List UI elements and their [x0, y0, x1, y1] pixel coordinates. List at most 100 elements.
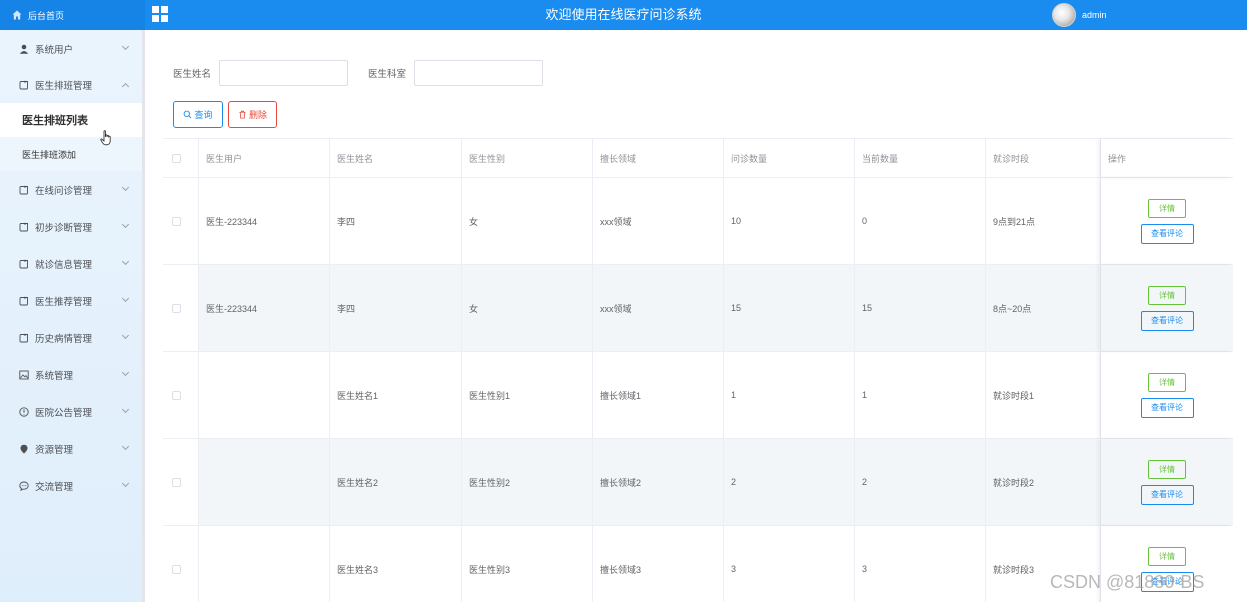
chevron-down-icon — [121, 331, 130, 340]
sidebar-item-system-users[interactable]: 系统用户 — [0, 30, 142, 67]
chevron-down-icon — [121, 479, 130, 488]
search-button[interactable]: 查询 — [173, 101, 223, 128]
cell-current-count: 3 — [855, 526, 986, 602]
document-icon — [19, 185, 28, 194]
search-icon — [184, 110, 192, 119]
sidebar-item-schedule-management[interactable]: 医生排班管理 — [0, 67, 142, 103]
cell-doctor-gender: 女 — [462, 178, 593, 264]
cell-actions: 详情 查看评论 — [1101, 352, 1233, 438]
detail-button[interactable]: 详情 — [1148, 198, 1186, 218]
sidebar-item-label: 资源管理 — [35, 444, 74, 456]
username: admin — [1082, 10, 1107, 20]
document-icon — [19, 296, 28, 305]
view-reviews-button[interactable]: 查看评论 — [1140, 310, 1194, 331]
row-check-cell — [163, 265, 199, 351]
select-all-checkbox[interactable] — [172, 153, 181, 163]
chevron-down-icon — [121, 405, 130, 414]
document-icon — [19, 333, 28, 342]
cell-specialty: xxx领域 — [593, 178, 724, 264]
cell-doctor-name: 医生姓名2 — [330, 439, 462, 525]
cell-specialty: 擅长领域3 — [593, 526, 724, 602]
view-reviews-button[interactable]: 查看评论 — [1140, 397, 1194, 418]
column-header[interactable]: 医生姓名 — [330, 139, 462, 177]
home-link[interactable]: 后台首页 — [0, 0, 145, 30]
row-check-cell — [163, 178, 199, 264]
sidebar-item-resource-management[interactable]: 资源管理 — [0, 430, 142, 467]
sidebar-item-medical-history[interactable]: 历史病情管理 — [0, 319, 142, 356]
menu-toggle-grid-icon[interactable] — [152, 6, 168, 22]
detail-button[interactable]: 详情 — [1148, 546, 1186, 566]
detail-button[interactable]: 详情 — [1148, 285, 1186, 305]
sidebar-item-visit-info[interactable]: 就诊信息管理 — [0, 245, 142, 282]
cell-consult-count: 3 — [724, 526, 855, 602]
row-checkbox[interactable] — [172, 477, 181, 487]
cell-doctor-gender: 医生性别2 — [462, 439, 593, 525]
row-checkbox[interactable] — [172, 390, 181, 400]
sidebar-item-initial-diagnosis[interactable]: 初步诊断管理 — [0, 208, 142, 245]
chevron-down-icon — [121, 257, 130, 266]
column-header[interactable]: 擅长领域 — [593, 139, 724, 177]
user-menu[interactable]: admin — [1052, 2, 1107, 28]
row-checkbox[interactable] — [172, 564, 181, 574]
info-icon — [19, 406, 29, 417]
home-label: 后台首页 — [28, 10, 65, 21]
chevron-down-icon — [121, 42, 130, 51]
cell-doctor-user: 医生-223344 — [199, 265, 330, 351]
sidebar-item-system-management[interactable]: 系统管理 — [0, 356, 142, 393]
delete-button-label: 删除 — [248, 110, 267, 120]
sidebar-item-label: 医生推荐管理 — [35, 296, 93, 308]
column-header[interactable]: 医生性别 — [462, 139, 593, 177]
cell-doctor-user: 医生-223344 — [199, 178, 330, 264]
view-reviews-button[interactable]: 查看评论 — [1140, 223, 1194, 244]
chevron-down-icon — [121, 220, 130, 229]
table-row: 医生姓名3 医生性别3 擅长领域3 3 3 就诊时段3 详情 查看评论 — [163, 526, 1233, 602]
column-header[interactable]: 医生用户 — [199, 139, 330, 177]
view-reviews-button[interactable]: 查看评论 — [1140, 484, 1194, 505]
document-icon — [19, 222, 28, 231]
row-check-cell — [163, 526, 199, 602]
sidebar-item-online-consult[interactable]: 在线问诊管理 — [0, 171, 142, 208]
sidebar-item-label: 医生排班管理 — [35, 81, 93, 92]
detail-button[interactable]: 详情 — [1148, 372, 1186, 392]
cell-visit-period: 9点到21点 — [986, 178, 1101, 264]
hand-pointer-icon — [100, 130, 111, 146]
cell-visit-period: 就诊时段1 — [986, 352, 1101, 438]
action-buttons: 查询 删除 — [173, 101, 277, 128]
doctor-name-input[interactable] — [219, 60, 349, 86]
column-header[interactable]: 问诊数量 — [724, 139, 855, 177]
table-row: 医生-223344 李四 女 xxx领域 15 15 8点~20点 详情 查看评… — [163, 265, 1233, 352]
cell-doctor-gender: 医生性别3 — [462, 526, 593, 602]
sidebar-subitem-schedule-list[interactable]: 医生排班列表 — [0, 103, 142, 137]
location-icon — [20, 444, 28, 453]
user-icon — [19, 44, 29, 54]
column-header[interactable]: 就诊时段 — [986, 139, 1101, 177]
sidebar-item-label: 初步诊断管理 — [35, 222, 93, 234]
sidebar-item-doctor-recommend[interactable]: 医生推荐管理 — [0, 282, 142, 319]
detail-button[interactable]: 详情 — [1148, 459, 1186, 479]
sidebar-item-hospital-notice[interactable]: 医院公告管理 — [0, 393, 142, 430]
sidebar-subitem-label: 医生排班添加 — [22, 149, 77, 160]
cell-actions: 详情 查看评论 — [1101, 178, 1233, 264]
view-reviews-button[interactable]: 查看评论 — [1140, 571, 1194, 592]
cell-doctor-gender: 医生性别1 — [462, 352, 593, 438]
cell-consult-count: 2 — [724, 439, 855, 525]
sidebar-item-label: 就诊信息管理 — [35, 259, 93, 271]
cell-doctor-user — [199, 526, 330, 602]
department-input[interactable] — [414, 60, 544, 86]
cell-specialty: 擅长领域2 — [593, 439, 724, 525]
department-label: 医生科室 — [368, 69, 407, 80]
delete-button[interactable]: 删除 — [228, 101, 277, 128]
document-icon — [19, 259, 28, 268]
sidebar-item-label: 在线问诊管理 — [35, 185, 93, 197]
row-checkbox[interactable] — [172, 216, 181, 226]
column-header[interactable]: 当前数量 — [855, 139, 986, 177]
search-form: 医生姓名 医生科室 — [173, 60, 544, 86]
row-checkbox[interactable] — [172, 303, 181, 313]
row-check-cell — [163, 352, 199, 438]
avatar[interactable] — [1052, 3, 1076, 27]
sidebar-subitem-schedule-add[interactable]: 医生排班添加 — [0, 137, 142, 171]
table-row: 医生姓名2 医生性别2 擅长领域2 2 2 就诊时段2 详情 查看评论 — [163, 439, 1233, 526]
sidebar-item-communication[interactable]: 交流管理 — [0, 467, 142, 504]
cell-doctor-name: 医生姓名3 — [330, 526, 462, 602]
cell-doctor-user — [199, 352, 330, 438]
